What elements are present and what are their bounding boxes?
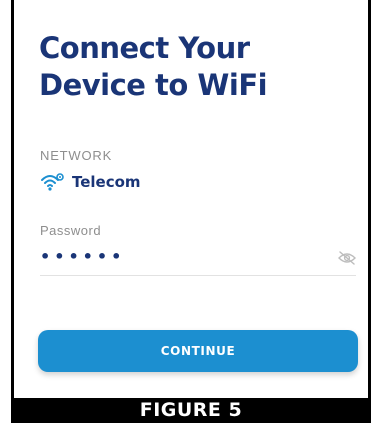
network-selector[interactable]: Telecom (40, 172, 141, 192)
page-title: Connect Your Device to WiFi (39, 30, 359, 104)
phone-screen: Connect Your Device to WiFi NETWORK Tele… (11, 0, 371, 398)
wifi-icon (41, 173, 64, 191)
password-value: •••••• (40, 247, 126, 266)
figure-caption: FIGURE 5 (11, 398, 371, 423)
continue-button[interactable]: CONTINUE (38, 330, 358, 372)
eye-off-icon[interactable] (338, 251, 356, 265)
password-label: Password (40, 223, 102, 238)
network-name: Telecom (72, 173, 141, 191)
page-title-line-1: Connect Your (39, 31, 250, 65)
password-field[interactable]: •••••• (40, 245, 356, 276)
page-title-line-2: Device to WiFi (39, 68, 268, 102)
network-label: NETWORK (40, 148, 113, 163)
